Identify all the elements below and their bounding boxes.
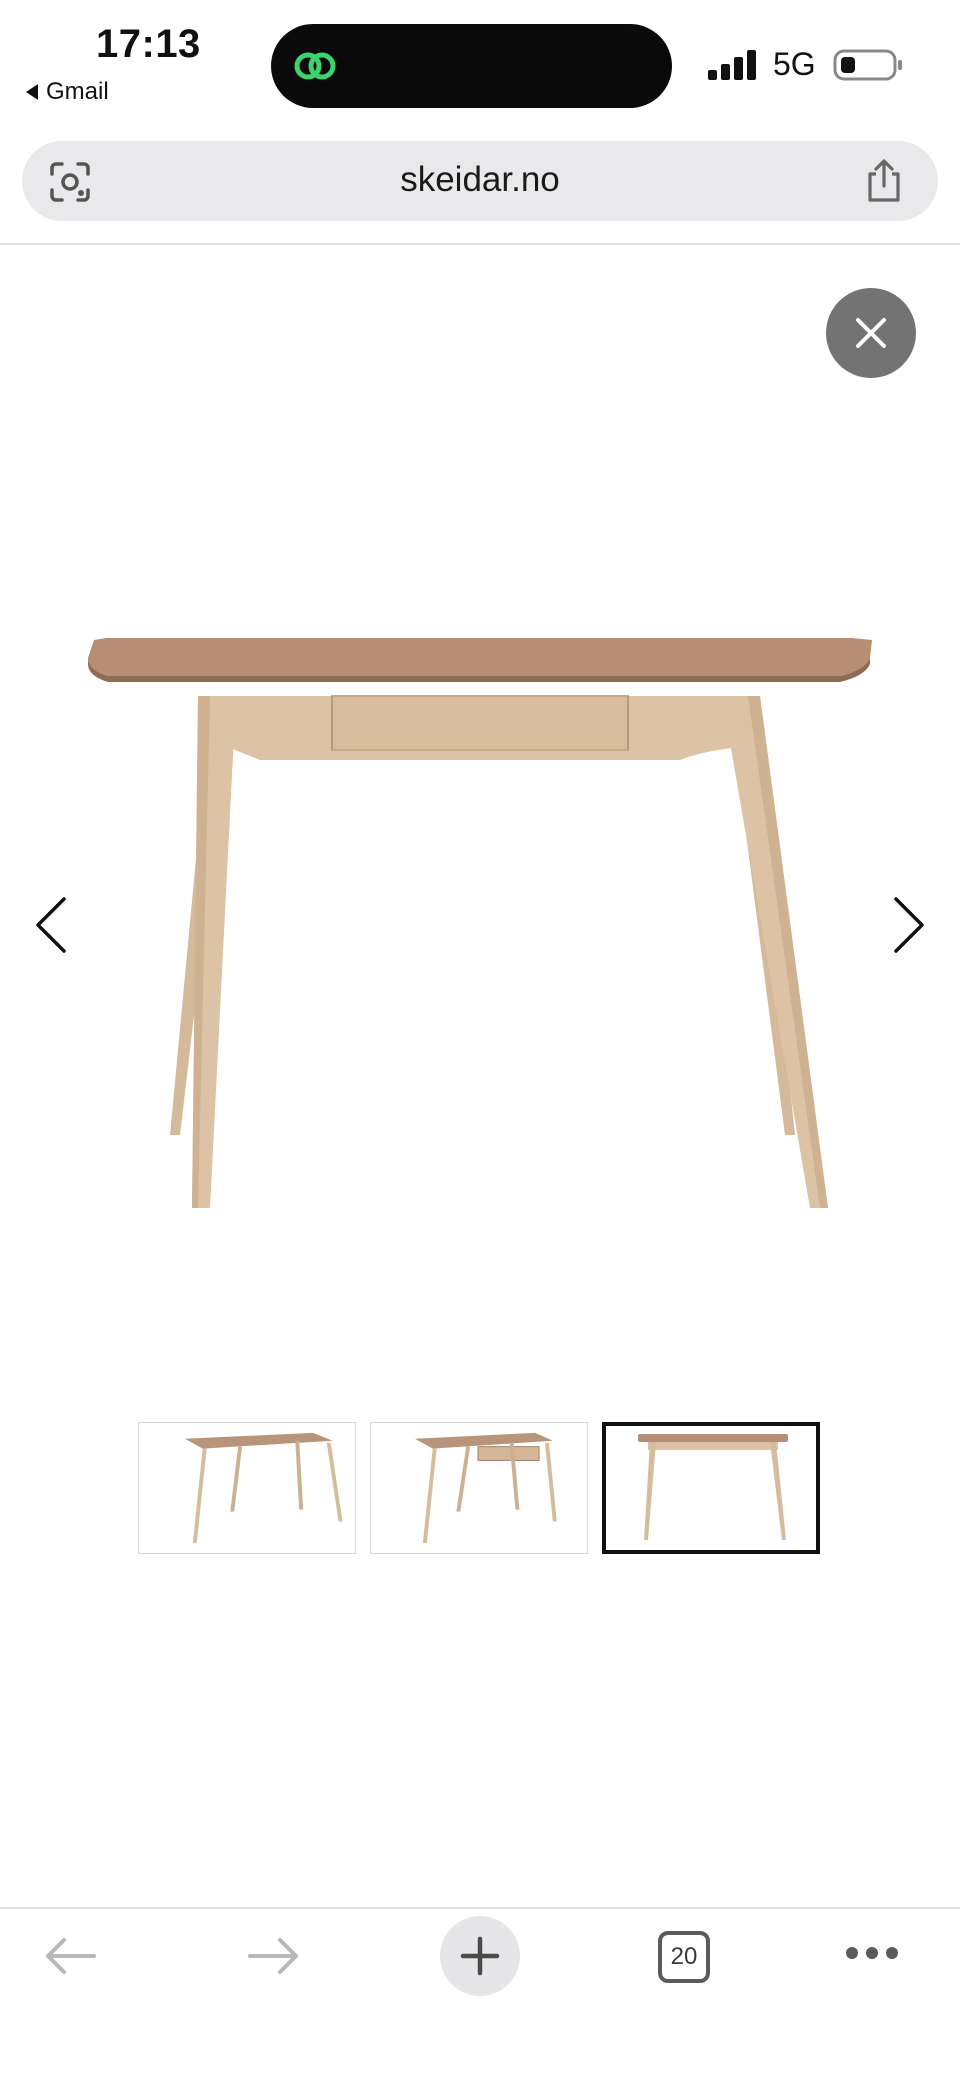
url-text[interactable]: skeidar.no: [0, 160, 960, 200]
bottom-toolbar-divider: [0, 1907, 960, 1909]
thumbnail-3-selected[interactable]: [602, 1422, 820, 1554]
product-image-desk: [88, 638, 872, 1208]
more-icon[interactable]: [844, 1945, 900, 1961]
share-icon[interactable]: [864, 158, 904, 204]
network-type: 5G: [773, 46, 816, 82]
thumbnail-desk-drawer-image: [414, 1432, 557, 1544]
new-tab-button[interactable]: [440, 1916, 520, 1996]
back-app-label: Gmail: [46, 78, 109, 105]
forward-arrow-icon[interactable]: [244, 1935, 304, 1977]
chevron-right-icon[interactable]: [886, 895, 930, 955]
thumbnail-1[interactable]: [138, 1422, 356, 1554]
signal-icon: [708, 50, 756, 80]
thumbnail-2[interactable]: [370, 1422, 588, 1554]
link-rings-icon: [294, 52, 336, 80]
chevron-left-icon[interactable]: [30, 895, 74, 955]
plus-icon: [460, 1936, 500, 1976]
toolbar-divider: [0, 243, 960, 245]
thumbnail-desk-front-image: [638, 1434, 788, 1540]
back-triangle-icon: [26, 84, 38, 100]
close-button[interactable]: [826, 288, 916, 378]
status-time: 17:13: [96, 22, 201, 66]
battery-icon: [833, 49, 902, 81]
thumbnail-desk-angle-image: [184, 1432, 343, 1544]
close-icon: [856, 318, 886, 348]
back-arrow-icon[interactable]: [40, 1935, 100, 1977]
back-to-app-link[interactable]: Gmail: [26, 78, 109, 106]
tab-count-button[interactable]: 20: [658, 1931, 710, 1983]
